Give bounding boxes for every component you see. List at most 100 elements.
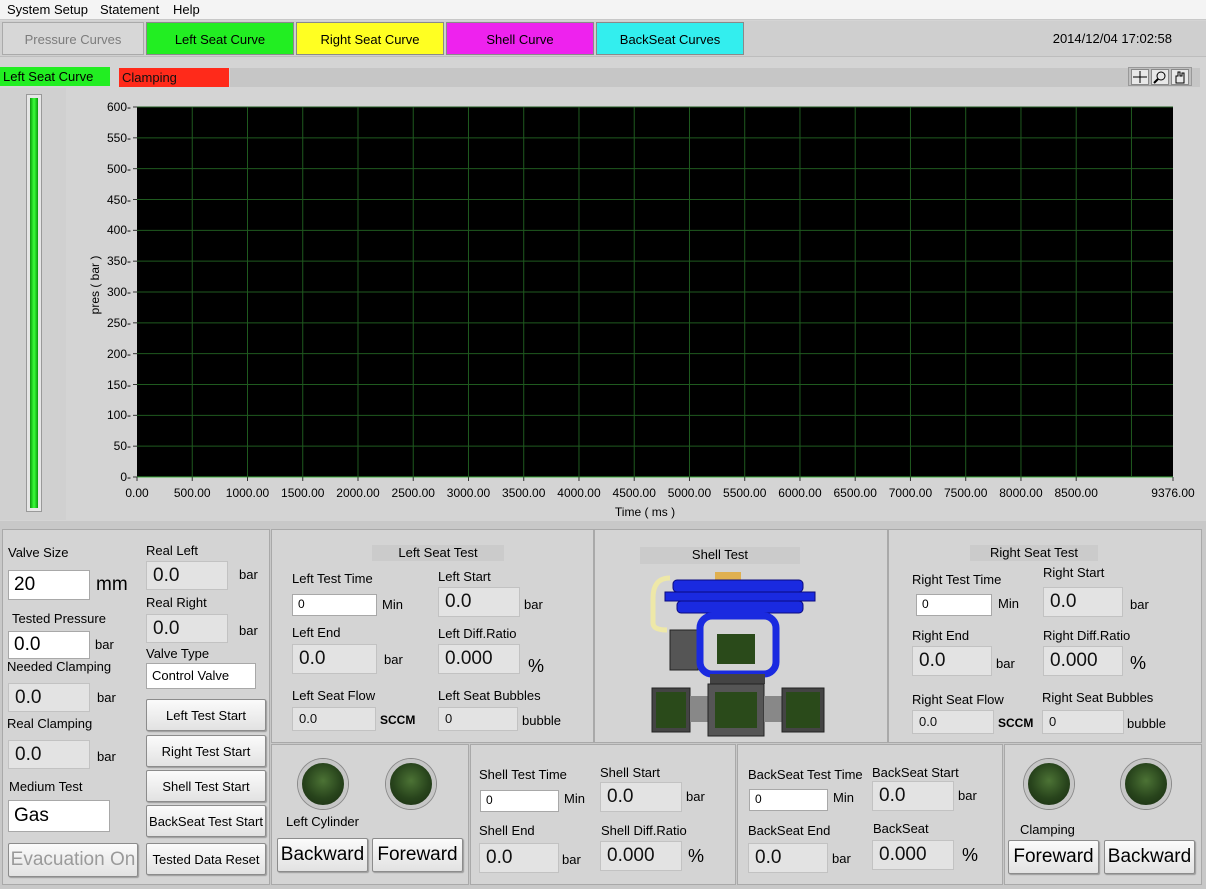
shell-test-time-input[interactable]: 0 [480, 790, 559, 812]
needed-clamping-unit: bar [97, 690, 116, 705]
y-tick-label: 50- [113, 439, 131, 454]
left-start-label: Left Start [438, 569, 491, 584]
left-test-start-button[interactable]: Left Test Start [146, 699, 266, 731]
right-seat-flow-label: Right Seat Flow [912, 692, 1004, 707]
backseat-end-label: BackSeat End [748, 823, 831, 838]
y-tick-label: 0- [120, 470, 131, 484]
y-tick-label: 100- [106, 408, 131, 423]
shell-diff-ratio-label: Shell Diff.Ratio [601, 823, 687, 838]
backseat-test-time-label: BackSeat Test Time [748, 767, 863, 782]
y-axis-label: pres ( bar ) [88, 255, 102, 315]
backseat-start-label: BackSeat Start [872, 765, 959, 780]
y-tick-label: 450- [106, 192, 131, 207]
needed-clamping-field: 0.0 [8, 683, 90, 712]
left-end-label: Left End [292, 625, 341, 640]
y-tick-label: 400- [106, 223, 131, 238]
real-right-unit: bar [239, 623, 258, 638]
right-start-label: Right Start [1043, 565, 1105, 580]
left-start-unit: bar [524, 597, 543, 612]
left-seat-bubbles-field: 0 [438, 707, 518, 731]
y-tick-label: 550- [106, 130, 131, 145]
shell-diff-ratio-unit: % [688, 846, 705, 866]
clamping-backward-button[interactable]: Backward [1104, 840, 1195, 874]
right-end-label: Right End [912, 628, 970, 643]
left-seat-bubbles-unit: bubble [522, 713, 562, 728]
left-seat-flow-label: Left Seat Flow [292, 688, 376, 703]
x-tick-label: 0.00 [125, 486, 149, 500]
right-test-time-input[interactable]: 0 [916, 594, 992, 616]
backseat-diff-ratio-label: BackSeat [873, 821, 929, 836]
valve-type-field[interactable]: Control Valve [146, 663, 256, 689]
left-seat-bubbles-label: Left Seat Bubbles [438, 688, 541, 703]
shell-end-unit: bar [562, 852, 581, 867]
clamping-foreward-button[interactable]: Foreward [1008, 840, 1099, 874]
right-test-start-button[interactable]: Right Test Start [146, 735, 266, 767]
valve-size-unit: mm [96, 574, 128, 595]
left-cylinder-backward-button[interactable]: Backward [277, 838, 368, 872]
shell-test-start-button[interactable]: Shell Test Start [146, 770, 266, 802]
right-seat-bubbles-unit: bubble [1127, 716, 1167, 731]
left-seat-flow-field: 0.0 [292, 707, 376, 731]
left-seat-test-title: Left Seat Test [372, 545, 504, 561]
left-diff-ratio-field: 0.000 [438, 644, 520, 674]
backseat-start-unit: bar [958, 788, 977, 803]
right-seat-flow-field: 0.0 [912, 710, 994, 734]
x-tick-label: 4500.00 [612, 486, 656, 500]
x-tick-label: 8000.00 [999, 486, 1043, 500]
right-start-unit: bar [1130, 597, 1149, 612]
x-tick-label: 5000.00 [667, 486, 712, 500]
tested-data-reset-button[interactable]: Tested Data Reset [146, 843, 266, 875]
shell-test-time-unit: Min [564, 791, 585, 806]
backseat-test-start-button[interactable]: BackSeat Test Start [146, 805, 266, 837]
y-tick-label: 200- [106, 346, 131, 361]
valve-size-field[interactable]: 20 [8, 570, 90, 600]
right-seat-flow-unit: SCCM [998, 716, 1034, 730]
valve-type-label: Valve Type [146, 646, 210, 661]
backseat-diff-ratio-unit: % [962, 845, 979, 865]
backseat-end-unit: bar [832, 851, 851, 866]
left-end-field: 0.0 [292, 644, 377, 674]
real-clamping-label: Real Clamping [7, 716, 93, 731]
pressure-chart [133, 106, 1174, 481]
clamping-backward-led [1121, 759, 1171, 809]
x-tick-label: 6000.00 [778, 486, 822, 500]
left-test-time-unit: Min [382, 597, 403, 612]
left-test-time-label: Left Test Time [292, 571, 373, 586]
y-tick-label: 600- [106, 100, 131, 114]
shell-start-unit: bar [686, 789, 705, 804]
left-diff-ratio-label: Left Diff.Ratio [438, 626, 517, 641]
tested-pressure-unit: bar [95, 637, 114, 652]
left-test-time-input[interactable]: 0 [292, 594, 377, 616]
evacuation-on-button[interactable]: Evacuation On [8, 843, 138, 877]
right-test-time-unit: Min [998, 596, 1019, 611]
backseat-test-time-unit: Min [833, 790, 854, 805]
medium-test-label: Medium Test [9, 779, 83, 794]
tested-pressure-field[interactable]: 0.0 [8, 631, 90, 659]
backseat-test-time-input[interactable]: 0 [749, 789, 828, 811]
shell-test-title: Shell Test [640, 547, 800, 564]
right-end-unit: bar [996, 656, 1015, 671]
shell-end-field: 0.0 [479, 843, 559, 873]
x-tick-label: 9376.00 [1151, 486, 1195, 500]
backseat-start-field: 0.0 [872, 781, 954, 811]
x-tick-label: 7000.00 [888, 486, 933, 500]
shell-start-field: 0.0 [600, 782, 682, 812]
left-diff-ratio-unit: % [528, 656, 545, 676]
x-tick-label: 2000.00 [336, 486, 380, 500]
clamping-label: Clamping [1020, 822, 1075, 837]
right-diff-ratio-unit: % [1130, 653, 1147, 673]
x-tick-label: 8500.00 [1054, 486, 1098, 500]
real-left-field: 0.0 [146, 561, 228, 590]
real-clamping-field: 0.0 [8, 740, 90, 769]
left-cylinder-label: Left Cylinder [286, 814, 359, 829]
left-end-unit: bar [384, 652, 403, 667]
real-right-label: Real Right [146, 595, 207, 610]
x-tick-label: 3500.00 [502, 486, 546, 500]
medium-test-field[interactable]: Gas [8, 800, 110, 832]
backseat-diff-ratio-field: 0.000 [872, 840, 954, 870]
right-seat-bubbles-field: 0 [1042, 710, 1124, 734]
x-tick-label: 5500.00 [723, 486, 767, 500]
left-start-field: 0.0 [438, 587, 520, 617]
x-tick-label: 6500.00 [833, 486, 877, 500]
left-cylinder-foreward-button[interactable]: Foreward [372, 838, 463, 872]
